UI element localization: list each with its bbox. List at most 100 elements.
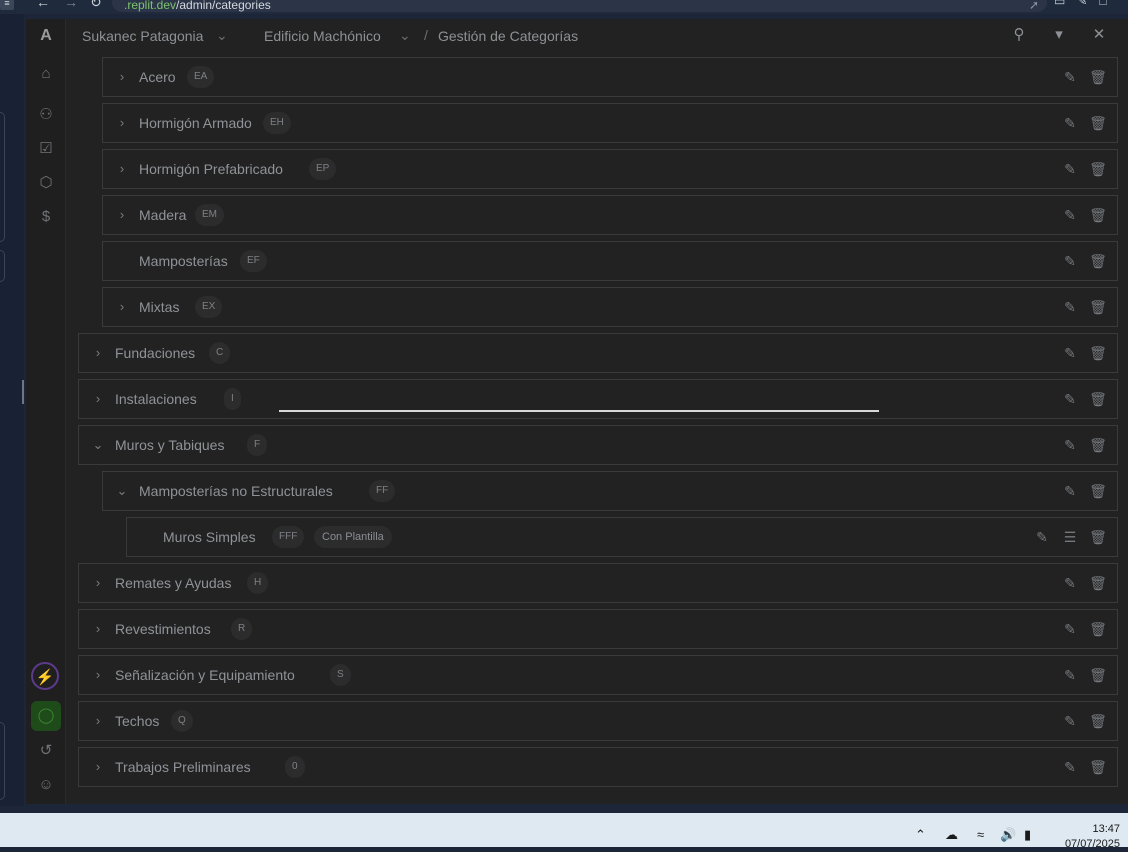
category-row[interactable]: › Señalización y Equipamiento S ✎ 🗑 bbox=[78, 655, 1118, 695]
chevron-right-icon[interactable]: › bbox=[115, 161, 129, 176]
delete-icon[interactable]: 🗑 bbox=[1089, 68, 1107, 86]
category-row[interactable]: › Trabajos Preliminares 0 ✎ 🗑 bbox=[78, 747, 1118, 787]
forward-icon[interactable]: → bbox=[64, 0, 78, 10]
breadcrumb-project[interactable]: Edificio Machónico bbox=[264, 28, 381, 44]
category-row[interactable]: › Fundaciones C ✎ 🗑 bbox=[78, 333, 1118, 373]
filter-icon[interactable]: ▾ bbox=[1049, 25, 1069, 45]
address-bar[interactable]: .replit.dev/admin/categories ➚ bbox=[112, 0, 1047, 12]
reload-icon[interactable]: ↻ bbox=[90, 0, 102, 11]
category-row[interactable]: › Mixtas EX ✎ 🗑 bbox=[102, 287, 1118, 327]
chevron-right-icon[interactable]: › bbox=[91, 713, 105, 728]
delete-icon[interactable]: 🗑 bbox=[1089, 666, 1107, 684]
delete-icon[interactable]: 🗑 bbox=[1089, 344, 1107, 362]
clock[interactable]: 13:47 07/07/2025 bbox=[1065, 822, 1120, 852]
delete-icon[interactable]: 🗑 bbox=[1089, 620, 1107, 638]
close-icon[interactable]: ✕ bbox=[1089, 25, 1109, 45]
edit-icon[interactable]: ✎ bbox=[1061, 160, 1079, 178]
resize-handle[interactable] bbox=[22, 380, 24, 404]
chevron-right-icon[interactable]: › bbox=[115, 299, 129, 314]
chevron-down-icon[interactable]: ⌄ bbox=[115, 483, 129, 499]
category-name: Mixtas bbox=[139, 299, 180, 315]
users-icon[interactable]: ⚇ bbox=[36, 105, 56, 125]
chevron-up-icon[interactable]: ⌃ bbox=[915, 827, 926, 843]
chevron-right-icon[interactable]: › bbox=[91, 345, 105, 360]
app-logo[interactable]: A bbox=[36, 26, 56, 46]
chevron-right-icon[interactable]: › bbox=[115, 115, 129, 130]
share-icon[interactable]: ➚ bbox=[1029, 0, 1039, 12]
search-icon[interactable]: ⚲ bbox=[1009, 25, 1029, 45]
delete-icon[interactable]: 🗑 bbox=[1089, 160, 1107, 178]
shield-icon[interactable]: ◯ bbox=[31, 701, 61, 731]
category-row[interactable]: › Instalaciones I ✎ 🗑 bbox=[78, 379, 1118, 419]
breadcrumb-org[interactable]: Sukanec Patagonia bbox=[82, 28, 203, 44]
edit-icon[interactable]: ✎ bbox=[1061, 620, 1079, 638]
category-row[interactable]: › Hormigón Prefabricado EP ✎ 🗑 bbox=[102, 149, 1118, 189]
chevron-right-icon[interactable]: › bbox=[91, 759, 105, 774]
chevron-down-icon[interactable]: ⌄ bbox=[91, 437, 105, 453]
edit-icon[interactable]: ✎ bbox=[1061, 206, 1079, 224]
delete-icon[interactable]: 🗑 bbox=[1089, 436, 1107, 454]
edit-icon[interactable]: ✎ bbox=[1061, 574, 1079, 592]
category-row[interactable]: Muros Simples FFF Con Plantilla ☰ ✎ 🗑 bbox=[126, 517, 1118, 557]
battery-icon[interactable]: ▮ bbox=[1024, 827, 1031, 843]
category-code-badge: EF bbox=[240, 250, 267, 272]
chevron-right-icon[interactable]: › bbox=[115, 207, 129, 222]
chevron-down-icon[interactable]: ⌄ bbox=[216, 27, 228, 44]
category-name: Fundaciones bbox=[115, 345, 196, 361]
delete-icon[interactable]: 🗑 bbox=[1089, 482, 1107, 500]
edit-icon[interactable]: ✎ bbox=[1061, 114, 1079, 132]
delete-icon[interactable]: 🗑 bbox=[1089, 574, 1107, 592]
edit-icon[interactable]: ✎ bbox=[1061, 758, 1079, 776]
account-icon[interactable]: ☺ bbox=[36, 775, 56, 795]
category-row[interactable]: › Hormigón Armado EH ✎ 🗑 bbox=[102, 103, 1118, 143]
chevron-right-icon[interactable]: › bbox=[91, 621, 105, 636]
chevron-right-icon[interactable]: › bbox=[91, 391, 105, 406]
delete-icon[interactable]: 🗑 bbox=[1089, 712, 1107, 730]
category-row[interactable]: › Revestimientos R ✎ 🗑 bbox=[78, 609, 1118, 649]
chevron-right-icon[interactable]: › bbox=[91, 667, 105, 682]
category-row[interactable]: ⌄ Muros y Tabiques F ✎ 🗑 bbox=[78, 425, 1118, 465]
edit-icon[interactable]: ✎ bbox=[1061, 390, 1079, 408]
volume-icon[interactable]: 🔊 bbox=[1000, 827, 1016, 843]
delete-icon[interactable]: 🗑 bbox=[1089, 758, 1107, 776]
bolt-icon[interactable]: ⚡ bbox=[31, 662, 59, 690]
edit-icon[interactable]: ✎ bbox=[1033, 528, 1051, 546]
edit-icon[interactable]: ✎ bbox=[1061, 344, 1079, 362]
category-row[interactable]: › Madera EM ✎ 🗑 bbox=[102, 195, 1118, 235]
edit-icon[interactable]: ✎ bbox=[1061, 666, 1079, 684]
browser-actions[interactable]: ▭✎□ bbox=[1054, 0, 1119, 8]
category-row[interactable]: › Techos Q ✎ 🗑 bbox=[78, 701, 1118, 741]
edit-icon[interactable]: ✎ bbox=[1061, 252, 1079, 270]
delete-icon[interactable]: 🗑 bbox=[1089, 298, 1107, 316]
edit-icon[interactable]: ✎ bbox=[1061, 712, 1079, 730]
dollar-icon[interactable]: $ bbox=[36, 207, 56, 227]
category-row[interactable]: Mamposterías EF ✎ 🗑 bbox=[102, 241, 1118, 281]
edit-icon[interactable]: ✎ bbox=[1061, 436, 1079, 454]
edit-icon[interactable]: ✎ bbox=[1061, 482, 1079, 500]
chevron-down-icon[interactable]: ⌄ bbox=[399, 27, 411, 44]
delete-icon[interactable]: 🗑 bbox=[1089, 114, 1107, 132]
chevron-right-icon[interactable]: › bbox=[115, 69, 129, 84]
category-row[interactable]: ⌄ Mamposterías no Estructurales FF ✎ 🗑 bbox=[102, 471, 1118, 511]
edit-icon[interactable]: ✎ bbox=[1061, 68, 1079, 86]
wifi-icon[interactable]: ≈ bbox=[977, 827, 984, 842]
delete-icon[interactable]: 🗑 bbox=[1089, 206, 1107, 224]
back-icon[interactable]: ← bbox=[36, 0, 50, 10]
history-icon[interactable]: ↺ bbox=[36, 741, 56, 761]
delete-icon[interactable]: 🗑 bbox=[1089, 528, 1107, 546]
category-name: Remates y Ayudas bbox=[115, 575, 232, 591]
category-name: Mamposterías no Estructurales bbox=[139, 483, 333, 499]
cloud-icon[interactable]: ☁ bbox=[945, 827, 958, 843]
checklist-icon[interactable]: ☑ bbox=[36, 139, 56, 159]
delete-icon[interactable]: 🗑 bbox=[1089, 390, 1107, 408]
box-icon[interactable]: ⬡ bbox=[36, 173, 56, 193]
home-icon[interactable]: ⌂ bbox=[36, 64, 56, 84]
chevron-right-icon[interactable]: › bbox=[91, 575, 105, 590]
edit-icon[interactable]: ✎ bbox=[1061, 298, 1079, 316]
category-row[interactable]: › Acero EA ✎ 🗑 bbox=[102, 57, 1118, 97]
strip-card bbox=[0, 722, 5, 800]
template-doc-icon[interactable]: ☰ bbox=[1061, 528, 1079, 546]
category-row[interactable]: › Remates y Ayudas H ✎ 🗑 bbox=[78, 563, 1118, 603]
tab-icon[interactable]: ≡ bbox=[0, 0, 14, 10]
delete-icon[interactable]: 🗑 bbox=[1089, 252, 1107, 270]
